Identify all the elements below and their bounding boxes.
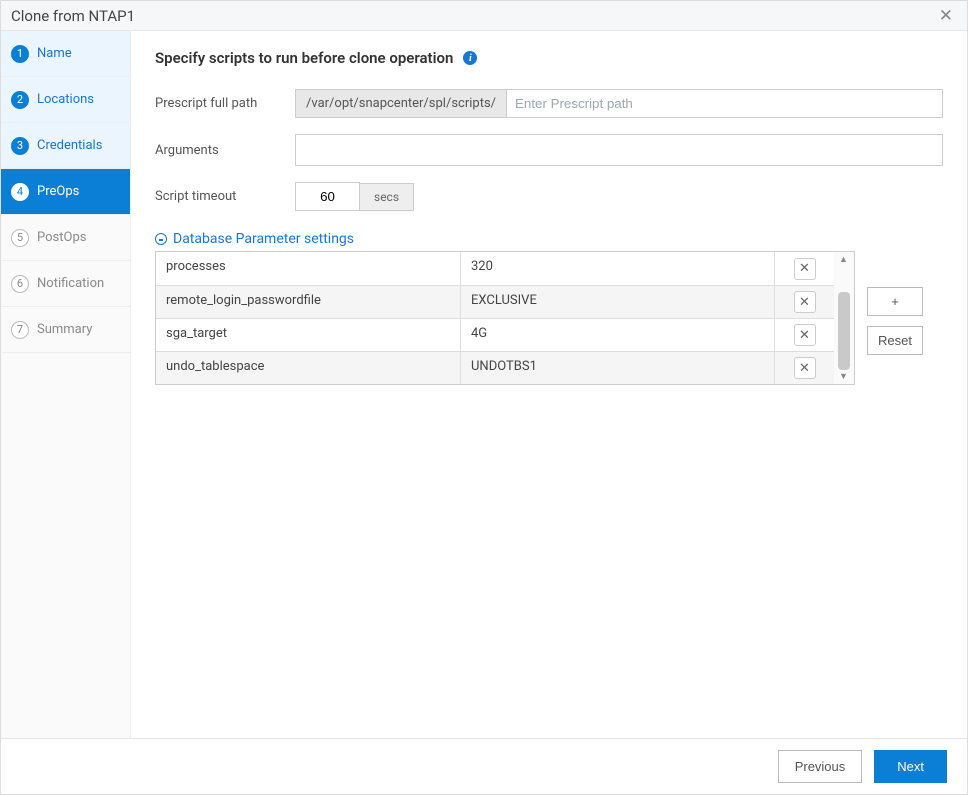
prescript-path-wrap: /var/opt/snapcenter/spl/scripts/: [295, 89, 943, 118]
db-params-grid: processes 320 ✕ remote_login_passwordfil…: [155, 251, 855, 385]
db-params-label: Database Parameter settings: [173, 231, 354, 247]
param-name[interactable]: processes: [156, 252, 460, 285]
prescript-path-prefix: /var/opt/snapcenter/spl/scripts/: [295, 89, 506, 118]
scroll-up-icon[interactable]: ▲: [839, 254, 848, 265]
prescript-label: Prescript full path: [155, 96, 295, 111]
sidebar-step-credentials[interactable]: 3 Credentials: [1, 123, 130, 169]
next-button[interactable]: Next: [874, 750, 947, 783]
step-label: Summary: [37, 322, 92, 337]
param-value[interactable]: 320: [460, 252, 774, 285]
db-params-side-buttons: + Reset: [867, 287, 923, 385]
step-number: 6: [11, 275, 29, 293]
collapse-icon: [155, 233, 167, 245]
param-value[interactable]: UNDOTBS1: [460, 352, 774, 384]
table-row: undo_tablespace UNDOTBS1 ✕: [156, 351, 834, 384]
dialog-footer: Previous Next: [1, 738, 967, 794]
db-params-toggle[interactable]: Database Parameter settings: [155, 231, 943, 247]
param-name[interactable]: undo_tablespace: [156, 352, 460, 384]
step-label: PreOps: [37, 184, 79, 199]
db-params-area: processes 320 ✕ remote_login_passwordfil…: [155, 251, 943, 385]
add-param-button[interactable]: +: [867, 287, 923, 316]
prescript-row: Prescript full path /var/opt/snapcenter/…: [155, 89, 943, 118]
timeout-row: Script timeout secs: [155, 182, 943, 211]
grid-scrollbar[interactable]: ▲ ▼: [834, 252, 854, 384]
table-row: processes 320 ✕: [156, 252, 834, 285]
prescript-path-input[interactable]: [506, 89, 943, 118]
arguments-row: Arguments: [155, 134, 943, 166]
sidebar-step-name[interactable]: 1 Name: [1, 31, 130, 77]
sidebar-step-preops[interactable]: 4 PreOps: [1, 169, 130, 215]
db-params-grid-body: processes 320 ✕ remote_login_passwordfil…: [156, 252, 834, 384]
step-number: 7: [11, 321, 29, 339]
arguments-input[interactable]: [295, 134, 943, 166]
dialog-body: 1 Name 2 Locations 3 Credentials 4 PreOp…: [1, 31, 967, 738]
timeout-unit: secs: [360, 183, 414, 211]
section-title: Specify scripts to run before clone oper…: [155, 49, 453, 67]
timeout-label: Script timeout: [155, 189, 295, 204]
param-value[interactable]: EXCLUSIVE: [460, 286, 774, 318]
step-number: 3: [11, 137, 29, 155]
remove-row-button[interactable]: ✕: [794, 357, 816, 379]
table-row: sga_target 4G ✕: [156, 318, 834, 351]
main-panel: Specify scripts to run before clone oper…: [131, 31, 967, 738]
param-name[interactable]: remote_login_passwordfile: [156, 286, 460, 318]
sidebar-step-postops[interactable]: 5 PostOps: [1, 215, 130, 261]
step-number: 2: [11, 91, 29, 109]
sidebar-step-locations[interactable]: 2 Locations: [1, 77, 130, 123]
remove-row-button[interactable]: ✕: [794, 258, 816, 280]
dialog-header: Clone from NTAP1 ✕: [1, 1, 967, 31]
scroll-thumb[interactable]: [838, 292, 850, 370]
scroll-down-icon[interactable]: ▼: [839, 371, 848, 382]
reset-params-button[interactable]: Reset: [867, 326, 923, 355]
step-label: Notification: [37, 276, 104, 291]
previous-button[interactable]: Previous: [778, 750, 863, 783]
sidebar-step-summary[interactable]: 7 Summary: [1, 307, 130, 353]
sidebar-step-notification[interactable]: 6 Notification: [1, 261, 130, 307]
param-value[interactable]: 4G: [460, 319, 774, 351]
remove-row-button[interactable]: ✕: [794, 324, 816, 346]
info-icon[interactable]: i: [463, 51, 477, 65]
step-label: Credentials: [37, 138, 102, 153]
clone-dialog: Clone from NTAP1 ✕ 1 Name 2 Locations 3 …: [0, 0, 968, 795]
wizard-sidebar: 1 Name 2 Locations 3 Credentials 4 PreOp…: [1, 31, 131, 738]
dialog-title: Clone from NTAP1: [11, 7, 135, 25]
close-icon[interactable]: ✕: [935, 6, 957, 26]
param-name[interactable]: sga_target: [156, 319, 460, 351]
step-number: 1: [11, 45, 29, 63]
step-number: 4: [11, 183, 29, 201]
step-number: 5: [11, 229, 29, 247]
step-label: Name: [37, 46, 72, 61]
remove-row-button[interactable]: ✕: [794, 291, 816, 313]
step-label: Locations: [37, 92, 94, 107]
section-title-row: Specify scripts to run before clone oper…: [155, 49, 943, 67]
step-label: PostOps: [37, 230, 86, 245]
timeout-input[interactable]: [295, 182, 360, 211]
table-row: remote_login_passwordfile EXCLUSIVE ✕: [156, 285, 834, 318]
arguments-label: Arguments: [155, 143, 295, 158]
